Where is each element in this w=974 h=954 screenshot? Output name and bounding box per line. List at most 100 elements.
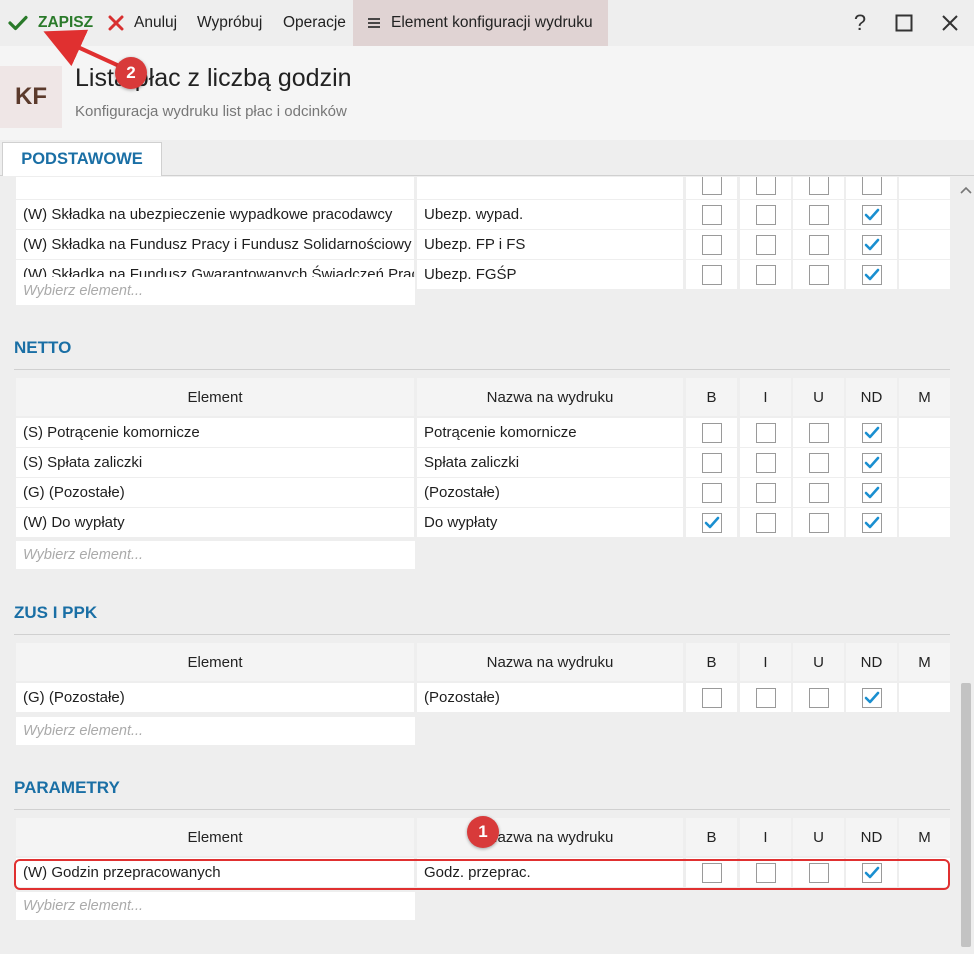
bold-checkbox[interactable] [701,204,722,225]
vertical-scrollbar[interactable] [958,177,974,954]
print-name-cell[interactable]: Godz. przeprac. [417,858,683,887]
italic-checkbox[interactable] [755,422,776,443]
table-row[interactable]: (S) Potrącenie komornicze Potrącenie komo… [16,418,950,448]
italic-checkbox[interactable] [755,234,776,255]
m-cell[interactable] [899,230,950,259]
bold-checkbox[interactable] [701,687,722,708]
try-button[interactable]: Wypróbuj [197,0,262,46]
close-window-button[interactable] [933,0,967,46]
table-row[interactable]: (W) Składka na Fundusz Pracy i Fundusz S… [16,230,950,260]
m-cell[interactable] [899,683,950,712]
underline-checkbox[interactable] [808,452,829,473]
table-row[interactable]: (W) Godzin przepracowanych Godz. przeprac… [16,858,950,888]
bold-checkbox[interactable] [701,862,722,883]
element-cell[interactable]: (W) Składka na ubezpieczenie wypadkowe p… [16,200,414,229]
print-name-cell[interactable]: Ubezp. FP i FS [417,230,683,259]
column-header-b: B [686,818,737,856]
nd-checkbox[interactable] [861,204,882,225]
element-cell[interactable]: (S) Spłata zaliczki [16,448,414,477]
table-row[interactable]: (G) (Pozostałe) (Pozostałe) [16,683,950,713]
underline-checkbox[interactable] [808,862,829,883]
print-name-cell[interactable]: Ubezp. wypad. [417,200,683,229]
column-header-i: I [740,378,791,416]
parametry-add-element-input[interactable]: Wybierz element... [16,892,415,920]
print-name-cell[interactable]: Do wypłaty [417,508,683,537]
help-button[interactable]: ? [843,0,877,46]
element-cell[interactable]: (S) Potrącenie komornicze [16,418,414,447]
italic-checkbox[interactable] [755,264,776,285]
close-icon [942,15,958,31]
nd-checkbox[interactable] [861,234,882,255]
m-cell[interactable] [899,478,950,507]
bold-checkbox[interactable] [701,422,722,443]
italic-checkbox[interactable] [755,482,776,503]
divider [14,634,950,635]
italic-checkbox[interactable] [755,204,776,225]
underline-checkbox[interactable] [808,687,829,708]
scroll-up-icon[interactable] [958,183,974,197]
bold-checkbox[interactable] [701,512,722,533]
cancel-button[interactable]: Anuluj [108,0,177,46]
m-cell[interactable] [899,508,950,537]
bold-checkbox[interactable] [701,452,722,473]
print-name-cell[interactable]: (Pozostałe) [417,683,683,712]
zus-add-element-input[interactable]: Wybierz element... [16,717,415,745]
bold-checkbox[interactable] [701,234,722,255]
column-header-nd: ND [846,818,897,856]
nd-checkbox[interactable] [861,452,882,473]
nd-checkbox[interactable] [861,264,882,285]
column-header-i: I [740,643,791,681]
nd-checkbox[interactable] [861,482,882,503]
column-header-print-name: Nazwa na wydruku [417,643,683,681]
tab-podstawowe[interactable]: PODSTAWOWE [2,142,162,176]
table-row[interactable]: (S) Spłata zaliczki Spłata zaliczki [16,448,950,478]
print-name-cell[interactable]: Potrącenie komornicze [417,418,683,447]
print-name-cell[interactable]: (Pozostałe) [417,478,683,507]
maximize-button[interactable] [887,0,921,46]
italic-checkbox[interactable] [755,512,776,533]
element-cell[interactable]: (W) Składka na Fundusz Pracy i Fundusz S… [16,230,414,259]
table-row[interactable]: (W) Do wypłaty Do wypłaty [16,508,950,538]
bold-checkbox[interactable] [701,482,722,503]
print-name-cell[interactable]: Ubezp. FGŚP [417,260,683,289]
podstawowe-add-element-input[interactable]: Wybierz element... [16,277,415,305]
m-cell[interactable] [899,200,950,229]
italic-checkbox[interactable] [755,452,776,473]
scrollbar-thumb[interactable] [961,683,971,947]
underline-checkbox[interactable] [808,512,829,533]
section-title-parametry: PARAMETRY [14,778,120,797]
column-header-m: M [899,643,950,681]
close-x-icon [108,15,124,31]
table-row[interactable]: (G) (Pozostałe) (Pozostałe) [16,478,950,508]
element-cell[interactable]: (W) Do wypłaty [16,508,414,537]
bold-checkbox[interactable] [701,264,722,285]
underline-checkbox[interactable] [808,204,829,225]
italic-checkbox[interactable] [755,687,776,708]
table-row[interactable]: (W) Składka na ubezpieczenie wypadkowe p… [16,200,950,230]
print-name-cell[interactable]: Spłata zaliczki [417,448,683,477]
toolbar: ZAPISZ Anuluj Wypróbuj Operacje Element … [0,0,974,46]
nd-checkbox[interactable] [861,422,882,443]
m-cell[interactable] [899,858,950,887]
m-cell[interactable] [899,260,950,289]
nd-checkbox[interactable] [861,862,882,883]
m-cell[interactable] [899,418,950,447]
nd-checkbox[interactable] [861,687,882,708]
underline-checkbox[interactable] [808,264,829,285]
italic-checkbox[interactable] [755,862,776,883]
column-header-u: U [793,643,844,681]
nd-checkbox[interactable] [861,512,882,533]
save-button[interactable]: ZAPISZ [8,0,93,46]
operations-button[interactable]: Operacje [283,0,346,46]
element-cell[interactable]: (G) (Pozostałe) [16,683,414,712]
annotation-badge-1: 1 [467,816,499,848]
element-cell[interactable]: (W) Godzin przepracowanych [16,858,414,887]
underline-checkbox[interactable] [808,482,829,503]
netto-add-element-input[interactable]: Wybierz element... [16,541,415,569]
underline-checkbox[interactable] [808,234,829,255]
m-cell[interactable] [899,448,950,477]
element-cell[interactable]: (G) (Pozostałe) [16,478,414,507]
underline-checkbox[interactable] [808,422,829,443]
element-config-button[interactable]: Element konfiguracji wydruku [353,0,608,46]
try-label: Wypróbuj [197,14,263,31]
